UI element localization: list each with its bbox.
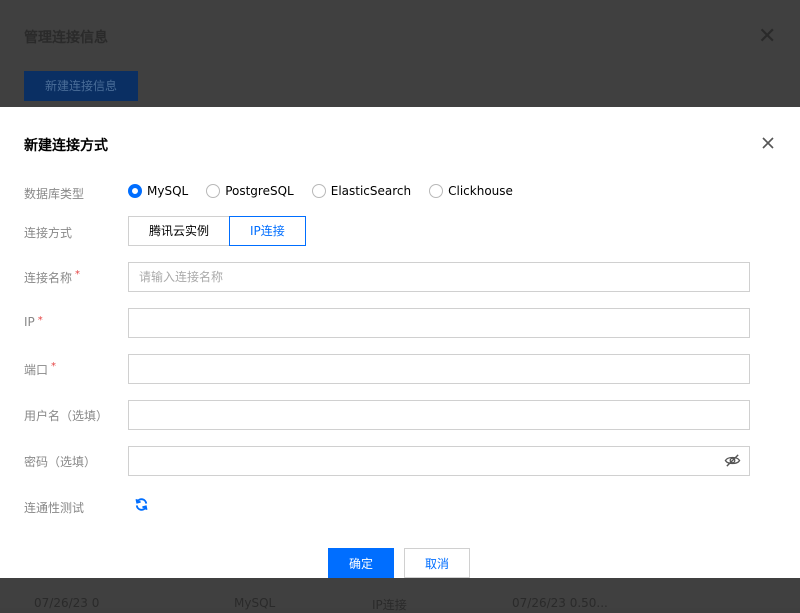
username-label: 用户名（选填） — [24, 409, 109, 423]
required-mark: * — [75, 269, 81, 280]
radio-label: MySQL — [147, 184, 189, 198]
radio-clickhouse[interactable]: Clickhouse — [429, 184, 513, 198]
radio-label: Clickhouse — [448, 184, 513, 198]
ip-label-text: IP — [24, 315, 35, 329]
name-label-text: 连接名称 — [24, 271, 73, 285]
cancel-button[interactable]: 取消 — [404, 548, 470, 578]
port-label: 端口 * — [24, 361, 56, 378]
radio-mysql[interactable]: MySQL — [128, 184, 188, 198]
conn-method-segmented: 腾讯云实例 IP连接 — [128, 216, 306, 246]
radio-postgresql[interactable]: PostgreSQL — [206, 184, 294, 198]
radio-dot — [429, 184, 444, 198]
background-cell-method: IP连接 — [372, 598, 407, 612]
connection-name-input[interactable] — [128, 262, 750, 292]
radio-dot — [311, 184, 326, 198]
conn-method-ip[interactable]: IP连接 — [229, 216, 306, 246]
conn-method-label: 连接方式 — [24, 226, 73, 240]
connectivity-test-label: 连通性测试 — [24, 501, 85, 515]
new-connection-modal: 新建连接方式 数据库类型 MySQL PostgreSQL ElasticSea… — [0, 107, 800, 578]
ip-label: IP * — [24, 315, 43, 329]
modal-title: 新建连接方式 — [24, 138, 108, 154]
ip-input[interactable] — [128, 308, 750, 338]
db-type-radio-group: MySQL PostgreSQL ElasticSearch Clickhous… — [128, 184, 531, 198]
confirm-button[interactable]: 确定 — [328, 548, 394, 578]
refresh-icon[interactable] — [134, 497, 149, 512]
radio-elasticsearch[interactable]: ElasticSearch — [311, 184, 412, 198]
required-mark: * — [51, 361, 57, 372]
radio-dot — [128, 184, 142, 198]
password-input[interactable] — [128, 446, 750, 476]
db-type-label: 数据库类型 — [24, 187, 85, 201]
close-icon[interactable] — [760, 135, 776, 151]
required-mark: * — [37, 315, 43, 326]
background-title: 管理连接信息 — [24, 30, 108, 46]
name-label: 连接名称 * — [24, 269, 80, 286]
radio-dot — [206, 184, 221, 198]
conn-method-tencent-cloud[interactable]: 腾讯云实例 — [128, 216, 231, 246]
eye-slash-icon[interactable] — [724, 452, 741, 469]
username-input[interactable] — [128, 400, 750, 430]
background-close-icon: ✕ — [758, 24, 777, 49]
password-label: 密码（选填） — [24, 455, 97, 469]
background-new-connection-button: 新建连接信息 — [24, 71, 138, 101]
port-label-text: 端口 — [24, 363, 49, 377]
radio-label: PostgreSQL — [225, 184, 294, 198]
port-input[interactable] — [128, 354, 750, 384]
radio-label: ElasticSearch — [330, 184, 412, 198]
